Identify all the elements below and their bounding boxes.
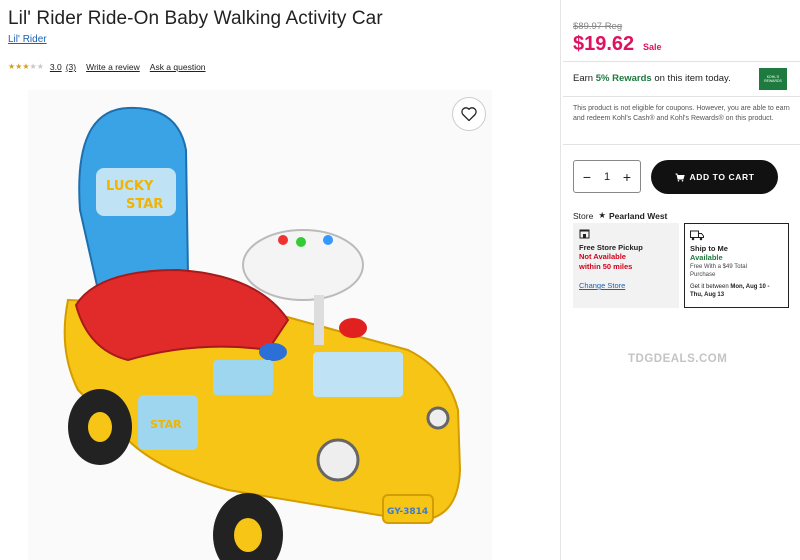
increase-quantity-button[interactable]: + (620, 169, 634, 185)
store-star-icon: ★ (598, 210, 606, 220)
rating-score[interactable]: 3.0 (50, 62, 62, 72)
write-review-link[interactable]: Write a review (86, 62, 140, 72)
rewards-prefix: Earn (573, 73, 596, 84)
star-icon: ★ (15, 62, 23, 71)
svg-text:STAR: STAR (126, 197, 163, 212)
svg-text:GY-3814: GY-3814 (387, 507, 428, 517)
ship-status: Available (690, 253, 723, 262)
delivery-prefix: Get it between (690, 284, 731, 290)
pickup-title: Free Store Pickup (579, 243, 643, 252)
rewards-suffix: on this item today. (651, 73, 731, 84)
store-label: Store (573, 210, 594, 221)
store-name[interactable]: Pearland West (609, 211, 667, 221)
kohls-rewards-logo: KOHL'S REWARDS (759, 68, 787, 90)
star-icon: ★ (22, 62, 30, 71)
delivery-dates-2: Thu, Aug 13 (690, 292, 725, 298)
rating-row: ★ ★ ★ ★ ★ 3.0 (3) Write a review Ask a q… (8, 62, 216, 72)
svg-text:STAR: STAR (150, 418, 182, 431)
store-row: Store ★ Pearland West (573, 210, 667, 221)
cart-icon (675, 173, 685, 182)
ship-to-me-option[interactable]: Ship to Me Available Free With a $49 Tot… (684, 223, 789, 308)
ask-question-link[interactable]: Ask a question (150, 62, 206, 72)
star-icon: ★ (8, 62, 16, 71)
add-to-cart-label: ADD TO CART (689, 172, 755, 182)
star-icon: ★ (36, 62, 44, 71)
change-store-link[interactable]: Change Store (579, 281, 673, 290)
product-title: Lil' Rider Ride-On Baby Walking Activity… (8, 8, 383, 29)
rating-stars: ★ ★ ★ ★ ★ (8, 63, 44, 71)
rewards-text: Earn 5% Rewards on this item today. (573, 73, 731, 84)
sale-price: $19.62 (573, 33, 635, 55)
coupon-notice: This product is not eligible for coupons… (573, 105, 790, 122)
add-to-cart-button[interactable]: ADD TO CART (651, 160, 778, 194)
divider (563, 96, 800, 97)
delivery-dates-1: Mon, Aug 10 - (730, 284, 770, 290)
rewards-highlight: 5% Rewards (595, 73, 652, 84)
store-pickup-option[interactable]: Free Store Pickup Not Available within 5… (573, 223, 679, 308)
product-image[interactable]: LUCKY STAR GY-3814 STAR (28, 90, 492, 560)
star-icon: ★ (29, 62, 37, 71)
ride-on-car-image: LUCKY STAR GY-3814 STAR (63, 106, 462, 560)
quantity-value[interactable]: 1 (604, 171, 610, 183)
regular-price: $89.97 Reg (573, 21, 623, 32)
ship-note-line1: Free With a $49 Total (690, 264, 747, 270)
truck-icon (690, 230, 783, 242)
pickup-status-line1: Not Available (579, 252, 626, 261)
ship-title: Ship to Me (690, 244, 728, 253)
divider (563, 61, 800, 62)
brand-link[interactable]: Lil' Rider (8, 34, 47, 45)
heart-icon (461, 107, 477, 122)
store-building-icon (579, 229, 673, 241)
svg-text:LUCKY: LUCKY (106, 179, 154, 194)
ship-note-line2: Purchase (690, 272, 716, 278)
wishlist-button[interactable] (452, 97, 486, 131)
quantity-stepper: − 1 + (573, 160, 641, 193)
decrease-quantity-button[interactable]: − (580, 169, 594, 185)
rating-count[interactable]: (3) (66, 62, 76, 72)
delivery-estimate: Get it between Mon, Aug 10 - Thu, Aug 13 (690, 283, 783, 299)
pickup-status-line2: within 50 miles (579, 262, 633, 271)
sale-label: Sale (643, 42, 662, 52)
watermark: TDGDEALS.COM (628, 353, 728, 365)
divider (563, 144, 800, 145)
